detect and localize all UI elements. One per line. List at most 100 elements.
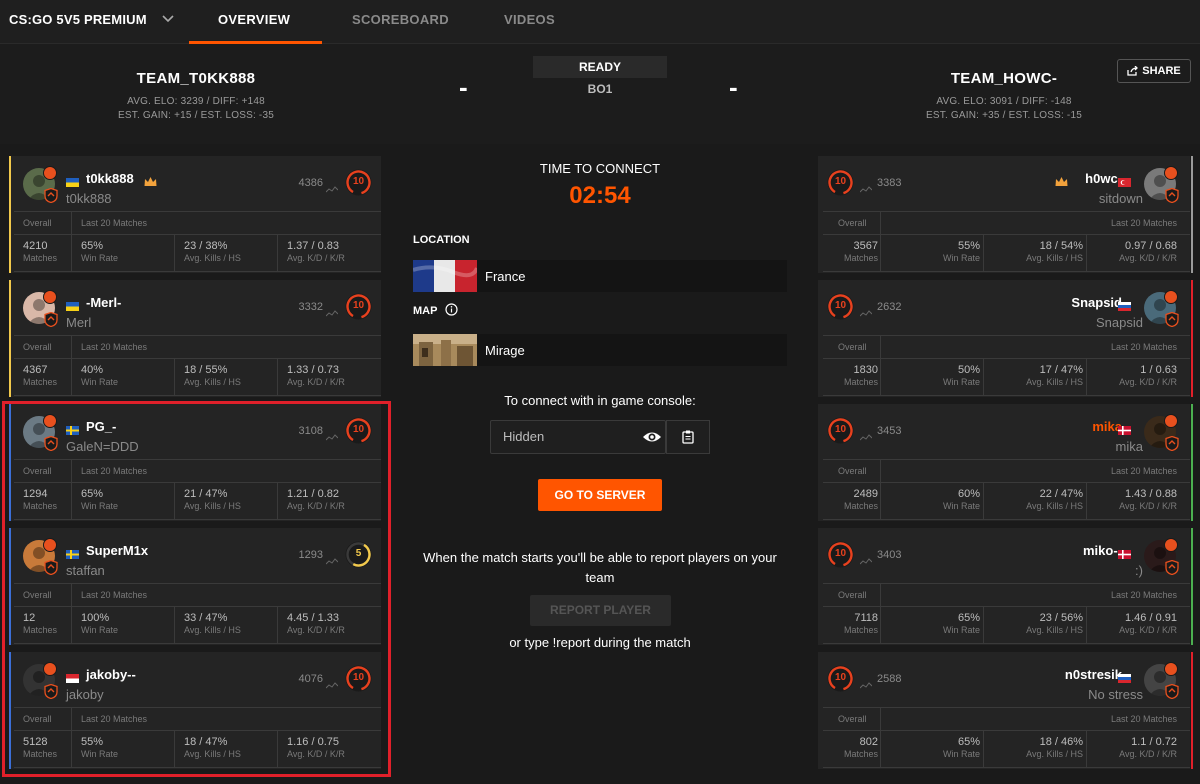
faceit-shield-icon — [1165, 311, 1179, 332]
player-name[interactable]: n0stresik — [1065, 667, 1122, 682]
player-card[interactable]: SuperM1x staffan 1293 5 12 Matches 100% Win Rat… — [9, 528, 381, 645]
player-elo: 3453 — [877, 425, 902, 437]
team2-name: TEAM_HOWC- — [950, 70, 1058, 87]
trend-icon — [859, 180, 873, 198]
player-name[interactable]: -Merl- — [86, 295, 121, 310]
france-flag-icon — [413, 260, 477, 292]
divider — [71, 459, 72, 519]
divider — [823, 730, 1190, 731]
player-nickname: staffan — [66, 563, 105, 578]
stat-label: Matches — [23, 625, 58, 635]
player-name[interactable]: SuperM1x — [86, 543, 148, 558]
player-card[interactable]: t0kk888 t0kk888 4386 10 4210 Matches 65% Win Ra… — [9, 156, 381, 273]
player-name[interactable]: miko-- — [1083, 543, 1122, 558]
player-card[interactable]: miko--:) 3403 10 7118 Matches 65% Win Rate 23 /… — [818, 528, 1193, 645]
stat-label: Win Rate — [81, 377, 119, 387]
player-card[interactable]: jakoby-- jakoby 4076 10 5128 Matches 55% Win Ra… — [9, 652, 381, 769]
match-status: READY — [533, 56, 667, 78]
skill-level-value: 5 — [355, 548, 362, 559]
divider — [174, 482, 175, 519]
overall-label: Overall — [838, 466, 867, 476]
divider — [174, 730, 175, 767]
stat-label: Avg. Kills / HS — [184, 625, 241, 635]
player-name[interactable]: t0kk888 — [86, 171, 134, 186]
divider — [14, 234, 381, 235]
divider — [71, 211, 72, 271]
chevron-down-icon[interactable] — [160, 11, 176, 27]
last20-label: Last 20 Matches — [81, 466, 148, 476]
crown-icon — [144, 174, 157, 186]
copy-button[interactable] — [666, 420, 710, 454]
stat-label: Avg. K/D / K/R — [1119, 501, 1177, 511]
player-name[interactable]: PG_- — [86, 419, 116, 434]
divider — [14, 271, 381, 272]
rank-badge-icon — [43, 538, 57, 552]
divider — [823, 335, 1190, 336]
tab-overview[interactable]: OVERVIEW — [218, 12, 290, 27]
divider — [277, 358, 278, 395]
player-card[interactable]: -Merl- Merl 3332 10 4367 Matches 40% Win Rate 18… — [9, 280, 381, 397]
report-command-text: or type !report during the match — [509, 635, 691, 650]
share-button[interactable]: SHARE — [1117, 59, 1191, 83]
tab-scoreboard[interactable]: SCOREBOARD — [352, 12, 449, 27]
overall-label: Overall — [838, 342, 867, 352]
report-player-button[interactable]: REPORT PLAYER — [530, 595, 671, 626]
stat-label: Avg. K/D / K/R — [1119, 625, 1177, 635]
divider — [880, 335, 881, 395]
match-title[interactable]: CS:GO 5V5 PREMIUM — [9, 12, 147, 27]
player-elo: 3108 — [298, 425, 323, 437]
divider — [983, 358, 984, 395]
share-icon — [1127, 66, 1139, 76]
rank-badge-icon — [1164, 290, 1178, 304]
stat-label: Avg. Kills / HS — [184, 749, 241, 759]
stat-label: Avg. Kills / HS — [184, 253, 241, 263]
rank-badge-icon — [1164, 662, 1178, 676]
player-name[interactable]: Snapsid — [1071, 295, 1122, 310]
trend-icon — [325, 552, 339, 570]
divider — [823, 643, 1190, 644]
stat-label: Win Rate — [81, 501, 119, 511]
player-card[interactable]: mika mika 3453 10 2489 Matches 60% Win Rate 22 /… — [818, 404, 1193, 521]
tab-videos[interactable]: VIDEOS — [504, 12, 555, 27]
divider — [823, 271, 1190, 272]
stat-label: Win Rate — [942, 749, 980, 759]
divider — [14, 358, 381, 359]
player-card[interactable]: h0wc-sitdown 3383 10 3567 Matches 55% Win Rate… — [818, 156, 1193, 273]
player-card[interactable]: n0stresik No stress 2588 10 802 Matches 65% Win… — [818, 652, 1193, 769]
rank-badge-icon — [43, 166, 57, 180]
divider — [14, 583, 381, 584]
overall-label: Overall — [23, 218, 52, 228]
divider — [823, 358, 1190, 359]
player-nickname: Merl — [66, 315, 92, 330]
stat-win-rate: 40% — [81, 364, 104, 376]
player-card[interactable]: Snapsid Snapsid 2632 10 1830 Matches 50% Win Ra… — [818, 280, 1193, 397]
player-name[interactable]: h0wc- — [1085, 171, 1122, 186]
trend-icon — [325, 304, 339, 322]
info-icon[interactable] — [445, 303, 458, 316]
stat-label: Avg. K/D / K/R — [287, 501, 345, 511]
go-to-server-button[interactable]: GO TO SERVER — [538, 479, 662, 511]
stat-win-rate: 65% — [957, 612, 980, 624]
last20-label: Last 20 Matches — [1110, 466, 1177, 476]
match-format: BO1 — [587, 82, 613, 96]
player-nickname: Snapsid — [1096, 315, 1143, 330]
player-name[interactable]: jakoby-- — [86, 667, 136, 682]
stat-matches: 4367 — [23, 364, 48, 376]
skill-level-value: 10 — [834, 424, 847, 435]
overall-label: Overall — [23, 714, 52, 724]
player-status-bar — [1191, 404, 1193, 521]
stat-kills-hs: 22 / 47% — [1039, 488, 1083, 500]
time-to-connect-label: TIME TO CONNECT — [539, 161, 661, 176]
trend-icon — [325, 428, 339, 446]
divider — [983, 730, 984, 767]
divider — [823, 583, 1190, 584]
player-card[interactable]: PG_- GaleN=DDD 3108 10 1294 Matches 65% Win Rat… — [9, 404, 381, 521]
eye-icon[interactable] — [642, 429, 662, 445]
map-value: Mirage — [485, 343, 525, 358]
stat-label: Avg. K/D / K/R — [1119, 377, 1177, 387]
stat-label: Avg. K/D / K/R — [287, 253, 345, 263]
divider — [880, 459, 881, 519]
connect-timer: 02:54 — [569, 182, 631, 209]
server-address-field[interactable]: Hidden — [490, 420, 666, 454]
divider — [823, 482, 1190, 483]
